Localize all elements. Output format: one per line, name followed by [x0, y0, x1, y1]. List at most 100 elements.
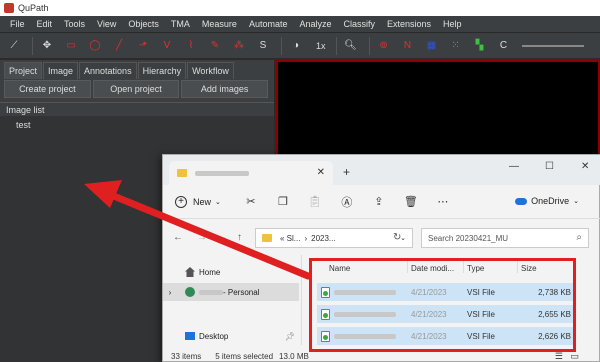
menu-help[interactable]: Help: [437, 19, 468, 29]
add-images-button[interactable]: Add images: [181, 80, 269, 98]
menu-tools[interactable]: Tools: [58, 19, 91, 29]
new-button[interactable]: + New ⌄: [175, 195, 221, 208]
address-row: ← → ⌄ ↑ « Sl... › 2023... ⌄ ↻ Search 202…: [163, 225, 600, 251]
cut-icon[interactable]: ✂: [244, 195, 258, 209]
explorer-tab-bar: ✕ + — ☐ ✕: [163, 155, 600, 185]
menu-tma[interactable]: TMA: [165, 19, 196, 29]
toolbar-separator: [368, 36, 370, 55]
onedrive-button[interactable]: OneDrive ⌄: [515, 196, 579, 206]
toolbar-separator: [335, 36, 337, 55]
forward-icon[interactable]: →: [197, 232, 207, 243]
refresh-icon[interactable]: ↻: [393, 232, 401, 243]
tab-hierarchy[interactable]: Hierarchy: [137, 62, 187, 79]
menu-objects[interactable]: Objects: [122, 19, 165, 29]
tab-title-redacted: [195, 170, 249, 176]
path-separator-icon: ›: [304, 233, 308, 243]
qupath-title-bar: QuPath: [0, 0, 600, 16]
tab-image[interactable]: Image: [43, 62, 79, 79]
tab-project[interactable]: Project: [4, 62, 43, 79]
menu-view[interactable]: View: [91, 19, 122, 29]
nav-personal-label: - Personal: [223, 287, 260, 297]
show-tma-grid-icon[interactable]: ▦: [422, 36, 442, 56]
polygon-tool-icon[interactable]: V: [157, 36, 177, 56]
share-icon[interactable]: ⇪: [372, 195, 386, 209]
analysis-tabs: Project Image Annotations Hierarchy Work…: [4, 62, 235, 79]
image-list-item[interactable]: test: [16, 120, 31, 130]
tab-annotations[interactable]: Annotations: [79, 62, 137, 79]
nav-item-desktop[interactable]: Desktop 📌︎: [163, 327, 299, 345]
copy-icon[interactable]: ❐: [276, 195, 290, 209]
menu-extensions[interactable]: Extensions: [381, 19, 437, 29]
new-label: New: [193, 196, 212, 207]
chevron-down-icon: ⌄: [215, 198, 221, 206]
selected-count: 5 items selected: [215, 351, 274, 361]
search-placeholder: Search 20230421_MU: [428, 233, 509, 243]
onedrive-label: OneDrive: [531, 196, 570, 206]
highlight-box: [309, 258, 576, 352]
line-tool-icon[interactable]: ╱: [109, 36, 129, 56]
menubar: File Edit Tools View Objects TMA Measure…: [0, 16, 600, 32]
rectangle-tool-icon[interactable]: ▭: [61, 36, 81, 56]
recent-chevron-icon[interactable]: ⌄: [219, 232, 227, 243]
menu-edit[interactable]: Edit: [31, 19, 59, 29]
opacity-slider[interactable]: [521, 44, 584, 47]
more-options-icon[interactable]: ⋯: [436, 195, 450, 209]
cloud-icon: [515, 197, 528, 205]
rename-icon[interactable]: Ⓐ: [340, 195, 354, 209]
selected-size: 13.0 MB: [279, 351, 309, 361]
menu-automate[interactable]: Automate: [243, 19, 294, 29]
brightness-contrast-icon[interactable]: ◑: [286, 36, 306, 56]
menu-analyze[interactable]: Analyze: [293, 19, 337, 29]
tab-workflow[interactable]: Workflow: [187, 62, 234, 79]
menu-measure[interactable]: Measure: [196, 19, 243, 29]
onedrive-icon: [185, 287, 195, 297]
toolbar-separator: [32, 36, 33, 55]
explorer-tab[interactable]: ✕: [169, 161, 333, 185]
chevron-down-icon: ⌄: [573, 198, 579, 205]
show-annotations-icon[interactable]: ⊚: [374, 36, 394, 56]
expand-chevron-icon[interactable]: ›: [165, 288, 175, 297]
account-name-redacted: [199, 289, 223, 295]
pin-icon: 📌︎: [284, 331, 295, 341]
folder-icon: [262, 234, 272, 242]
search-box[interactable]: Search 20230421_MU ⌕: [421, 228, 589, 248]
toolbar: ⟋ ✥ ▭ ◯ ╱ ⬏ V ⌇ ✎ ⁂ S ◑ 1x 🔍︎ ⊚ N ▦ ⁙ ▚ …: [0, 32, 600, 58]
show-detections-icon[interactable]: ⁙: [446, 36, 466, 56]
fill-detections-icon[interactable]: ▚: [470, 36, 490, 56]
nav-item-home[interactable]: Home: [163, 263, 299, 281]
brush-tool-icon[interactable]: ⌇: [181, 36, 201, 56]
pane-divider[interactable]: [301, 255, 302, 345]
delete-icon[interactable]: 🗑︎: [404, 195, 418, 209]
paste-icon[interactable]: 📋︎: [308, 195, 322, 209]
back-icon[interactable]: ←: [173, 232, 183, 243]
open-project-button[interactable]: Open project: [92, 80, 180, 98]
item-count: 33 items: [171, 351, 202, 361]
arrow-tool-icon[interactable]: ⬏: [133, 36, 153, 56]
create-project-button[interactable]: Create project: [4, 80, 91, 98]
up-icon[interactable]: ↑: [237, 232, 242, 243]
plus-icon: +: [175, 195, 187, 208]
close-tab-icon[interactable]: ✕: [317, 167, 325, 178]
tiles-view-icon[interactable]: ▭: [570, 351, 579, 362]
zoom-fit-icon[interactable]: 🔍︎: [341, 36, 361, 56]
selection-mode-button[interactable]: S: [253, 36, 273, 56]
nav-item-onedrive-personal[interactable]: › - Personal: [163, 283, 299, 301]
minimize-icon[interactable]: —: [509, 161, 519, 172]
new-tab-icon[interactable]: +: [343, 165, 350, 179]
points-tool-icon[interactable]: ⁂: [229, 36, 249, 56]
details-view-icon[interactable]: ☰: [555, 351, 563, 362]
menu-classify[interactable]: Classify: [338, 19, 382, 29]
ellipse-tool-icon[interactable]: ◯: [85, 36, 105, 56]
maximize-icon[interactable]: ☐: [545, 161, 554, 172]
project-buttons: Create project Open project Add images: [4, 80, 270, 98]
close-window-icon[interactable]: ✕: [581, 161, 589, 172]
show-cell-boundaries-button[interactable]: C: [494, 36, 514, 56]
command-bar: + New ⌄ ✂ ❐ 📋︎ Ⓐ ⇪ 🗑︎ ⋯ OneDrive ⌄: [163, 185, 600, 219]
toggle-panel-icon[interactable]: ⟋: [4, 36, 24, 56]
wand-tool-icon[interactable]: ✎: [205, 36, 225, 56]
image-list-header: Image list: [0, 102, 274, 116]
address-bar[interactable]: « Sl... › 2023... ⌄: [255, 228, 413, 248]
move-tool-icon[interactable]: ✥: [37, 36, 57, 56]
menu-file[interactable]: File: [4, 19, 31, 29]
show-names-button[interactable]: N: [398, 36, 418, 56]
